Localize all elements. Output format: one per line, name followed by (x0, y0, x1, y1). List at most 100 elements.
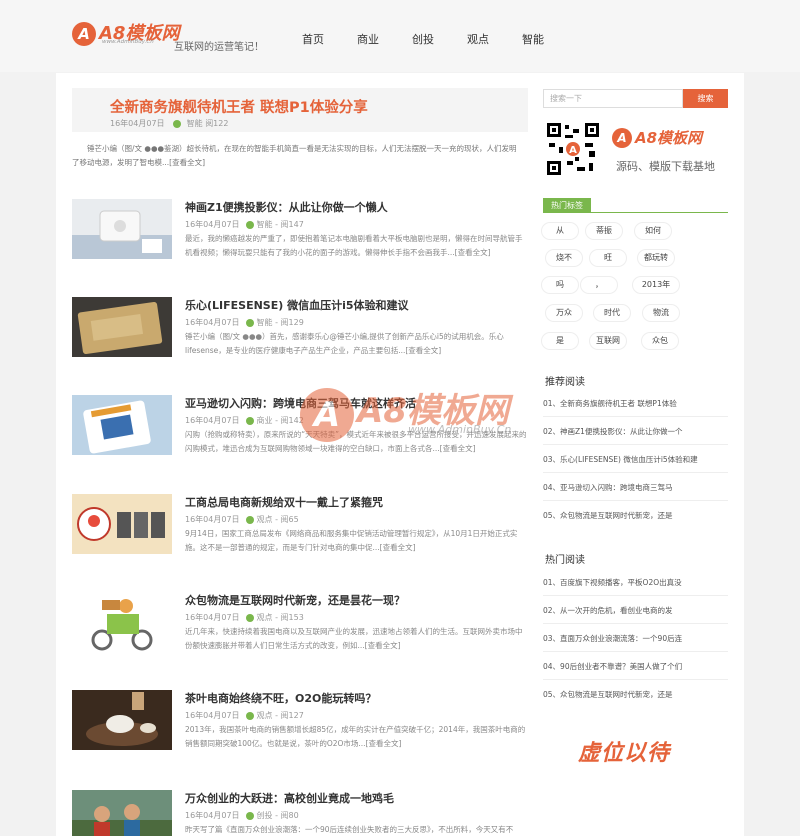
post-views: 阅80 (280, 811, 299, 820)
tag-item[interactable]: 吗 (541, 276, 579, 294)
post-meta: 16年04月07日 商业 - 阅142 (185, 416, 304, 425)
post-title[interactable]: 亚马逊切入闪购：跨境电商三驾马车就这样齐活 (185, 395, 416, 411)
divider (543, 679, 728, 680)
recommend-item[interactable]: 01、全新商务旗舰待机王者 联想P1体验 (543, 398, 677, 409)
post-meta: 16年04月07日 观点 - 阅153 (185, 613, 304, 622)
featured-post-title[interactable]: 全新商务旗舰待机王者 联想P1体验分享 (110, 96, 368, 117)
nav-item-startup[interactable]: 创投 (412, 31, 467, 47)
nav-item-opinion[interactable]: 观点 (467, 31, 522, 47)
post-title[interactable]: 乐心(LIFESENSE) 微信血压计i5体验和建议 (185, 297, 409, 313)
post-date: 16年04月07日 (185, 711, 240, 720)
divider (543, 651, 728, 652)
post-thumbnail[interactable] (72, 395, 172, 455)
post-date: 16年04月07日 (185, 220, 240, 229)
sidebar-brand-logo: A A8模板网 (612, 128, 702, 148)
tag-item[interactable]: 2013年 (632, 276, 680, 294)
tag-item[interactable]: 互联网 (589, 332, 627, 350)
post-title[interactable]: 众包物流是互联网时代新宠，还是昙花一现？ (185, 592, 405, 608)
tag-item[interactable]: ， (580, 276, 618, 294)
recommend-item[interactable]: 05、众包物流是互联网时代新宠，还是 (543, 510, 673, 521)
tag-item[interactable]: 万众 (545, 304, 583, 322)
post-title[interactable]: 茶叶电商始终绕不旺，O2O能玩转吗？ (185, 690, 376, 706)
post-thumbnail[interactable] (72, 297, 172, 357)
recommend-item[interactable]: 04、亚马逊切入闪购：跨境电商三驾马 (543, 482, 673, 493)
category-icon (245, 711, 254, 720)
divider (543, 416, 728, 417)
post-views: 阅153 (280, 613, 304, 622)
search-input[interactable]: 搜索一下 (543, 89, 683, 108)
tag-item[interactable]: 众包 (641, 332, 679, 350)
category-icon (245, 416, 254, 425)
hot-item[interactable]: 04、90后创业者不靠谱？美国人做了个们 (543, 661, 682, 672)
tag-item[interactable]: 时代 (593, 304, 631, 322)
list-item: 乐心(LIFESENSE) 微信血压计i5体验和建议 16年04月07日 智能 -… (72, 297, 528, 361)
featured-post-excerpt: 锤芒小编（图/文 ●●●鉴湖）超长待机，在现在的智能手机简直一看是无法实现的目标… (72, 144, 517, 167)
post-category[interactable]: 观点 (257, 711, 273, 720)
post-thumbnail[interactable] (72, 199, 172, 259)
tag-item[interactable]: 是 (541, 332, 579, 350)
hot-section-title: 热门阅读 (545, 555, 585, 566)
hot-item[interactable]: 05、众包物流是互联网时代新宠，还是 (543, 689, 673, 700)
nav-item-home[interactable]: 首页 (302, 31, 357, 47)
svg-text:A: A (569, 145, 577, 156)
list-item: 茶叶电商始终绕不旺，O2O能玩转吗？ 16年04月07日 观点 - 阅127 20… (72, 690, 528, 754)
post-category[interactable]: 观点 (257, 515, 273, 524)
post-excerpt: 昨天写了篇《直面万众创业浪潮落：一个90后连续创业失败者的三大反思》，不出所料，… (185, 825, 514, 834)
post-thumbnail[interactable] (72, 790, 172, 836)
post-title[interactable]: 万众创业的大跃进：高校创业竟成一地鸡毛 (185, 790, 394, 806)
tag-item[interactable]: 烧不 (545, 249, 583, 267)
logo-subtext: www.AdminBuy.Cn (102, 39, 154, 45)
category-icon (245, 811, 254, 820)
post-title[interactable]: 工商总局电商新规给双十一戴上了紧箍咒 (185, 494, 383, 510)
list-item: 工商总局电商新规给双十一戴上了紧箍咒 16年04月07日 观点 - 阅65 9月1… (72, 494, 528, 558)
post-category[interactable]: 智能 (187, 119, 203, 128)
post-thumbnail[interactable] (72, 592, 172, 652)
hot-item[interactable]: 03、直面万众创业浪潮流落：一个90后连 (543, 633, 682, 644)
tag-item[interactable]: 如何 (634, 222, 672, 240)
tags-section-title: 热门标签 (543, 198, 591, 213)
post-category[interactable]: 智能 (257, 318, 273, 327)
post-date: 16年04月07日 (185, 613, 240, 622)
post-title[interactable]: 神画Z1便携投影仪：从此让你做一个懒人 (185, 199, 388, 215)
post-date: 16年04月07日 (185, 416, 240, 425)
tag-item[interactable]: 从 (541, 222, 579, 240)
post-views: 阅147 (280, 220, 304, 229)
post-views: 阅142 (280, 416, 304, 425)
site-header: A A8模板网 www.AdminBuy.Cn 互联网的运营笔记！ 首页 商业 … (0, 0, 800, 72)
post-views: 阅65 (280, 515, 299, 524)
ad-placeholder-banner[interactable]: 虚位以待 (578, 735, 670, 767)
category-icon (245, 220, 254, 229)
divider (543, 444, 728, 445)
post-meta: 16年04月07日 观点 - 阅65 (185, 515, 299, 524)
tag-item[interactable]: 旺 (589, 249, 627, 267)
category-icon (245, 318, 254, 327)
post-category[interactable]: 商业 (257, 416, 273, 425)
tag-item[interactable]: 物流 (642, 304, 680, 322)
search-button[interactable]: 搜索 (683, 89, 728, 108)
tag-item[interactable]: 都玩转 (637, 249, 675, 267)
post-category[interactable]: 创投 (257, 811, 273, 820)
logo-mark-icon: A (612, 128, 632, 148)
post-category[interactable]: 观点 (257, 613, 273, 622)
post-excerpt: 锤芒小编（图/文 ●●●）首先，感谢泰乐心@锤芒小编,提供了创新产品乐心i5的试… (185, 332, 504, 355)
category-icon (173, 119, 182, 128)
qr-code-icon: A (545, 121, 601, 177)
post-thumbnail[interactable] (72, 494, 172, 554)
post-category[interactable]: 智能 (257, 220, 273, 229)
hot-item[interactable]: 02、从一次开的危机，看创业电商的发 (543, 605, 673, 616)
nav-item-smart[interactable]: 智能 (522, 31, 562, 47)
recommend-item[interactable]: 03、乐心(LIFESENSE) 微信血压计i5体验和建 (543, 454, 698, 465)
sidebar-brand-slogan: 源码、模版下载基地 (616, 160, 715, 173)
featured-post-meta: 16年04月07日 智能 阅122 (110, 118, 228, 129)
recommend-item[interactable]: 02、神画Z1便携投影仪：从此让你做一个 (543, 426, 682, 437)
post-thumbnail[interactable] (72, 690, 172, 750)
post-meta: 16年04月07日 智能 - 阅129 (185, 318, 304, 327)
hot-item[interactable]: 01、百度旗下视频播客，平板O2O出真没 (543, 577, 682, 588)
post-date: 16年04月07日 (110, 119, 165, 128)
main-nav: 首页 商业 创投 观点 智能 (302, 31, 562, 47)
list-item: 神画Z1便携投影仪：从此让你做一个懒人 16年04月07日 智能 - 阅147 最… (72, 199, 528, 263)
tag-item[interactable]: 蒂振 (585, 222, 623, 240)
nav-item-business[interactable]: 商业 (357, 31, 412, 47)
post-date: 16年04月07日 (185, 318, 240, 327)
list-item: 众包物流是互联网时代新宠，还是昙花一现？ 16年04月07日 观点 - 阅153 … (72, 592, 528, 656)
